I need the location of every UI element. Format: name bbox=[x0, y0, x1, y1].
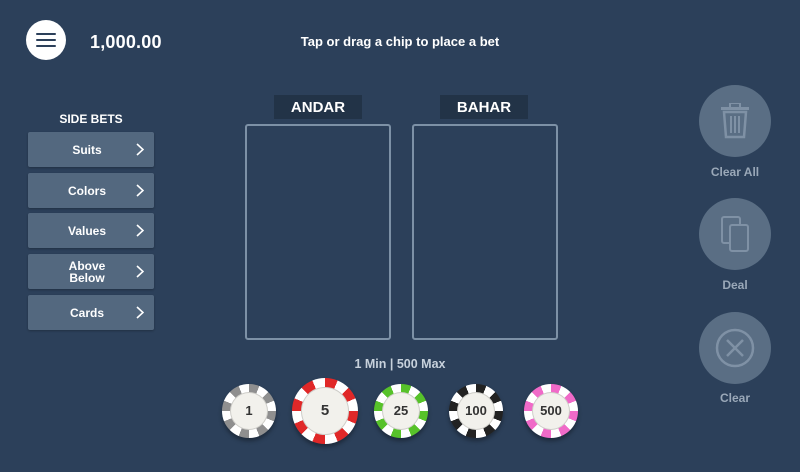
deal-button[interactable] bbox=[699, 198, 771, 270]
clear-label: Clear bbox=[719, 391, 751, 405]
side-bet-label: Values bbox=[67, 223, 107, 238]
side-bet-cards[interactable]: Cards bbox=[28, 295, 154, 330]
chip-value: 500 bbox=[531, 391, 571, 431]
chevron-right-icon bbox=[126, 224, 154, 237]
side-bet-label: Colors bbox=[67, 183, 106, 198]
chip-value: 25 bbox=[381, 391, 421, 431]
side-bet-label: Cards bbox=[69, 305, 104, 320]
balance: 1,000.00 bbox=[90, 32, 162, 52]
deal-label: Deal bbox=[722, 278, 748, 292]
chip-100[interactable]: 100 bbox=[449, 384, 503, 438]
chip-value: 1 bbox=[229, 391, 269, 431]
side-bet-suits[interactable]: Suits bbox=[28, 132, 154, 167]
chevron-right-icon bbox=[126, 143, 154, 156]
andar-title: ANDAR bbox=[274, 95, 362, 119]
side-bet-label: Above Below bbox=[68, 258, 106, 285]
close-circle-icon bbox=[715, 328, 755, 368]
chip-value: 5 bbox=[301, 387, 349, 435]
hamburger-icon bbox=[36, 33, 56, 47]
side-bet-colors[interactable]: Colors bbox=[28, 173, 154, 208]
chevron-right-icon bbox=[126, 306, 154, 319]
side-bet-values[interactable]: Values bbox=[28, 213, 154, 248]
chip-1[interactable]: 1 bbox=[222, 384, 276, 438]
chip-500[interactable]: 500 bbox=[524, 384, 578, 438]
menu-button[interactable] bbox=[26, 20, 66, 60]
clear-all-button[interactable] bbox=[699, 85, 771, 157]
clear-button[interactable] bbox=[699, 312, 771, 384]
bahar-title: BAHAR bbox=[440, 95, 528, 119]
chevron-right-icon bbox=[126, 184, 154, 197]
side-bet-above-below[interactable]: Above Below bbox=[28, 254, 154, 289]
andar-bet-zone[interactable] bbox=[245, 124, 391, 340]
chip-5[interactable]: 5 bbox=[292, 378, 358, 444]
clear-all-label: Clear All bbox=[710, 165, 760, 179]
side-bets-title: SIDE BETS bbox=[59, 112, 123, 126]
bahar-bet-zone[interactable] bbox=[412, 124, 558, 340]
chevron-right-icon bbox=[126, 265, 154, 278]
cards-icon bbox=[721, 216, 749, 252]
chip-value: 100 bbox=[456, 391, 496, 431]
side-bet-label: Suits bbox=[72, 142, 102, 157]
chip-25[interactable]: 25 bbox=[374, 384, 428, 438]
bet-hint: Tap or drag a chip to place a bet bbox=[300, 34, 500, 49]
bet-limits: 1 Min | 500 Max bbox=[354, 357, 446, 371]
trash-icon bbox=[721, 103, 749, 139]
